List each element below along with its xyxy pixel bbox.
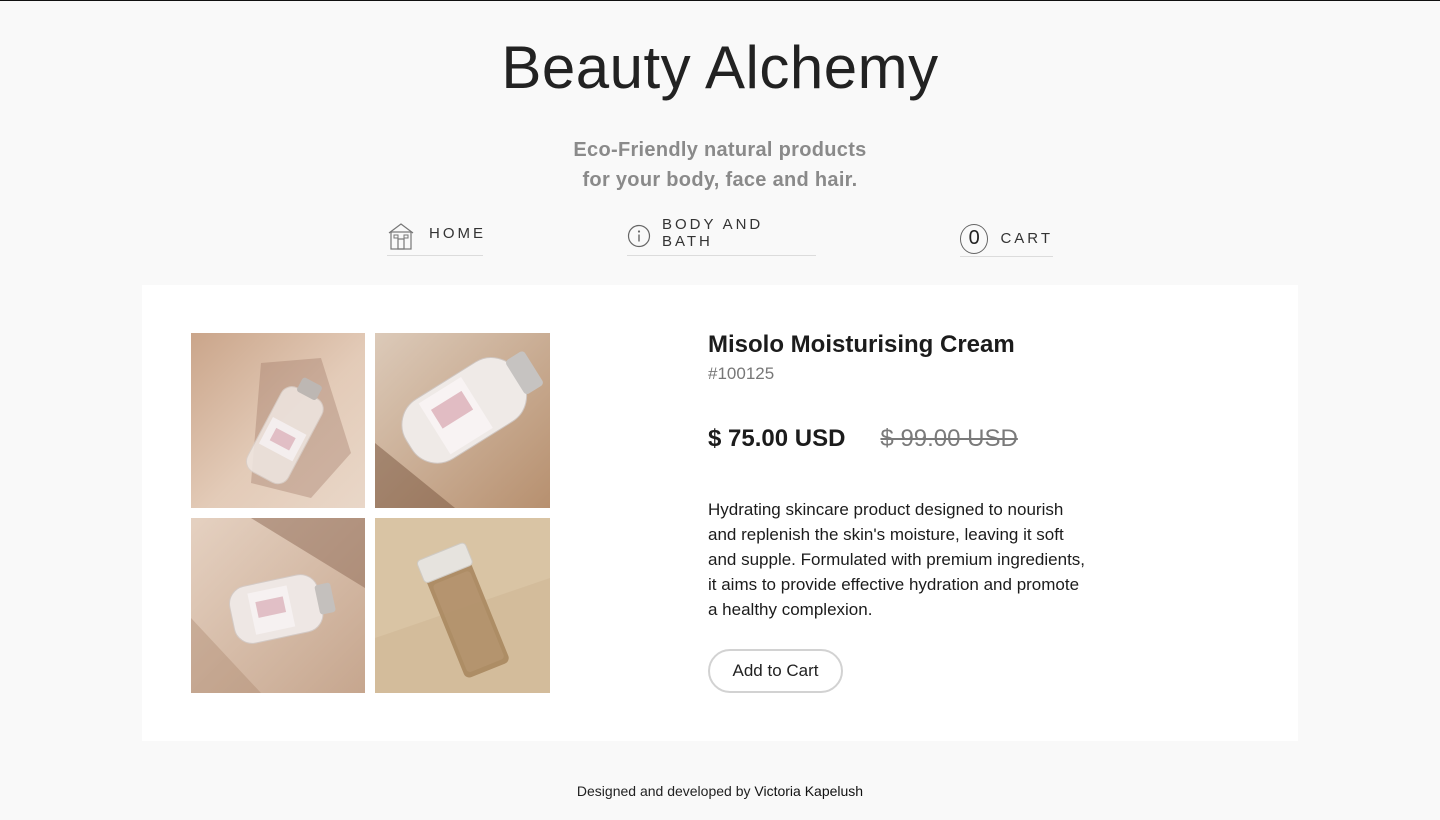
info-icon <box>627 224 651 253</box>
footer-author-link[interactable]: Victoria Kapelush <box>754 783 863 799</box>
product-gallery <box>191 333 550 693</box>
tagline-line-1: Eco-Friendly natural products <box>573 139 867 161</box>
footer-credit: Designed and developed by <box>576 783 751 799</box>
nav-cart-link[interactable]: 0 CART <box>960 223 1053 257</box>
nav-body-and-bath-link[interactable]: BODY AND BATH <box>627 216 816 256</box>
cart-count-badge: 0 <box>960 223 989 254</box>
product-image-2[interactable] <box>375 333 550 508</box>
footer: Designed and developed by Victoria Kapel… <box>0 781 1440 801</box>
nav-home-label: HOME <box>429 224 486 242</box>
product-price: $ 75.00 USD <box>708 425 846 452</box>
product-sku: #100125 <box>708 364 775 383</box>
product-card: Misolo Moisturising Cream #100125 $ 75.0… <box>142 285 1298 741</box>
price-row: $ 75.00 USD $ 99.00 USD <box>708 425 1108 453</box>
nav-body-and-bath-label: BODY AND BATH <box>662 216 764 250</box>
product-image-3[interactable] <box>191 518 365 693</box>
product-image-4[interactable] <box>375 518 550 693</box>
tagline: Eco-Friendly natural products for your b… <box>0 135 1440 195</box>
product-old-price: $ 99.00 USD <box>880 425 1018 452</box>
house-icon <box>387 221 415 256</box>
site-title: Beauty Alchemy <box>501 34 939 101</box>
product-description: Hydrating skincare product designed to n… <box>708 500 1086 619</box>
product-image-1[interactable] <box>191 333 365 508</box>
nav-cart-label: CART <box>1000 230 1053 247</box>
product-name: Misolo Moisturising Cream <box>708 331 1015 358</box>
nav-home-link[interactable]: HOME <box>387 221 486 256</box>
product-info: Misolo Moisturising Cream #100125 $ 75.0… <box>708 329 1108 693</box>
tagline-line-2: for your body, face and hair. <box>582 169 858 191</box>
add-to-cart-button[interactable]: Add to Cart <box>708 649 843 693</box>
